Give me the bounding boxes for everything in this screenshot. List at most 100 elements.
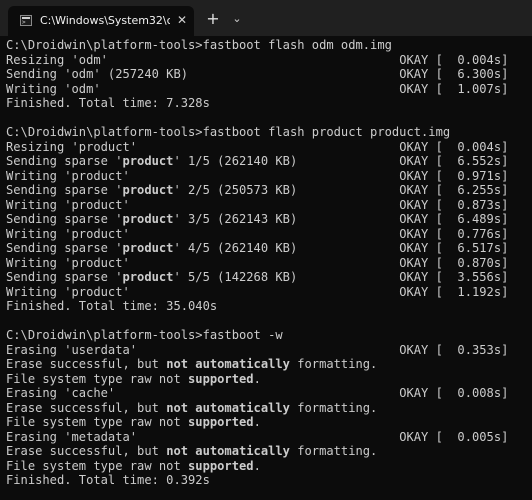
line-text: Sending sparse '	[6, 154, 123, 168]
status-text: OKAY [ 0.971s]	[399, 168, 509, 183]
bold-text: product	[122, 183, 174, 197]
bold-text: product	[122, 212, 174, 226]
padding	[137, 140, 399, 154]
status-text: OKAY [ 6.300s]	[399, 67, 509, 81]
terminal-line: Sending sparse 'product' 5/5 (142268 KB)…	[6, 270, 526, 285]
line-text: Erasing 'metadata'	[6, 429, 138, 444]
terminal-line: Finished. Total time: 35.040s	[6, 299, 526, 314]
bold-text: supported	[188, 415, 254, 429]
padding	[130, 256, 399, 270]
padding	[108, 53, 399, 67]
padding	[101, 82, 400, 96]
line-text: Sending 'odm' (257240 KB)	[6, 67, 189, 81]
status-text: OKAY [ 6.552s]	[399, 154, 509, 168]
status-text: OKAY [ 0.873s]	[399, 197, 509, 212]
bold-text: not automatically	[166, 357, 290, 371]
line-text: C:\Droidwin\platform-tools>fastboot flas…	[6, 38, 392, 52]
line-text: Writing 'product'	[6, 255, 130, 270]
bold-text: product	[122, 270, 174, 284]
bold-text: not automatically	[166, 400, 290, 415]
line-text: formatting.	[289, 444, 378, 458]
terminal-line: File system type raw not supported.	[6, 372, 526, 387]
terminal-line: File system type raw not supported.	[6, 459, 526, 474]
padding	[115, 386, 399, 400]
line-text: ' 5/5 (142268 KB)	[173, 270, 298, 284]
terminal-line: Sending sparse 'product' 2/5 (250573 KB)…	[6, 183, 526, 198]
line-text: Sending sparse '	[6, 270, 123, 284]
line-text: File system type raw not	[6, 371, 189, 386]
tab-cmd[interactable]: C:\Windows\System32\cmd.e ✕	[8, 6, 194, 36]
terminal-line: Finished. Total time: 7.328s	[6, 96, 526, 111]
padding	[137, 343, 399, 357]
terminal-line: Erasing 'userdata' OKAY [ 0.353s]	[6, 343, 526, 358]
status-text: OKAY [ 6.489s]	[399, 212, 509, 226]
tab-title: C:\Windows\System32\cmd.e	[40, 14, 170, 27]
line-text: Erasing 'cache'	[6, 386, 116, 400]
status-text: OKAY [ 1.192s]	[399, 284, 509, 299]
padding	[297, 183, 399, 197]
bold-text: not automatically	[166, 444, 290, 458]
line-text: C:\Droidwin\platform-tools>fastboot -w	[6, 328, 283, 342]
status-text: OKAY [ 0.776s]	[399, 226, 509, 241]
terminal-line: Erase successful, but not automatically …	[6, 401, 526, 416]
line-text: Finished. Total time: 35.040s	[6, 299, 218, 313]
terminal-line: File system type raw not supported.	[6, 415, 526, 430]
close-tab-button[interactable]: ✕	[174, 12, 190, 28]
terminal-line: C:\Droidwin\platform-tools>fastboot flas…	[6, 125, 526, 140]
status-text: OKAY [ 0.008s]	[399, 386, 509, 400]
bold-text: supported	[188, 371, 254, 386]
line-text: formatting.	[289, 400, 378, 415]
line-text: .	[253, 371, 261, 386]
terminal-line: Writing 'product' OKAY [ 1.192s]	[6, 285, 526, 300]
line-text: Writing 'product'	[6, 168, 130, 183]
padding	[188, 67, 399, 81]
terminal-line: C:\Droidwin\platform-tools>fastboot flas…	[6, 38, 526, 53]
line-text: Erase successful, but	[6, 400, 167, 415]
line-text: Resizing 'odm'	[6, 52, 108, 67]
line-text: formatting.	[289, 357, 378, 371]
terminal-line: Erasing 'cache' OKAY [ 0.008s]	[6, 386, 526, 401]
terminal-line: Erase successful, but not automatically …	[6, 357, 526, 372]
new-tab-button[interactable]: +	[204, 10, 222, 28]
status-text: OKAY [ 0.005s]	[399, 429, 509, 444]
padding	[297, 154, 399, 168]
status-text: OKAY [ 6.517s]	[399, 241, 509, 255]
padding	[130, 285, 399, 299]
status-text: OKAY [ 0.870s]	[399, 255, 509, 270]
status-text: OKAY [ 3.556s]	[399, 270, 509, 284]
terminal-output[interactable]: C:\Droidwin\platform-tools>fastboot flas…	[6, 38, 526, 500]
terminal-line: Writing 'product' OKAY [ 0.873s]	[6, 198, 526, 213]
line-text: Finished. Total time: 7.328s	[6, 96, 210, 110]
line-text: Resizing 'product'	[6, 139, 138, 154]
chevron-down-icon[interactable]: ⌄	[229, 10, 245, 28]
line-text: Writing 'odm'	[6, 81, 101, 96]
line-text: .	[253, 415, 261, 429]
padding	[297, 270, 399, 284]
padding	[297, 241, 399, 255]
terminal-window: C:\Windows\System32\cmd.e ✕ + ⌄ C:\Droid…	[0, 0, 532, 500]
terminal-line: Sending sparse 'product' 4/5 (262140 KB)…	[6, 241, 526, 256]
terminal-line: Sending 'odm' (257240 KB) OKAY [ 6.300s]	[6, 67, 526, 82]
cmd-icon	[20, 15, 32, 27]
terminal-line: Sending sparse 'product' 1/5 (262140 KB)…	[6, 154, 526, 169]
line-text: Writing 'product'	[6, 197, 130, 212]
line-text: ' 3/5 (262143 KB)	[173, 212, 298, 226]
status-text: OKAY [ 0.004s]	[399, 52, 509, 67]
padding	[297, 212, 399, 226]
terminal-line: Writing 'odm' OKAY [ 1.007s]	[6, 82, 526, 97]
padding	[130, 227, 399, 241]
status-text: OKAY [ 0.353s]	[399, 342, 509, 357]
terminal-line: Writing 'product' OKAY [ 0.870s]	[6, 256, 526, 271]
line-text: File system type raw not	[6, 415, 189, 429]
line-text: Sending sparse '	[6, 183, 123, 197]
padding	[130, 198, 399, 212]
line-text: Sending sparse '	[6, 212, 123, 226]
terminal-line: Finished. Total time: 0.392s	[6, 473, 526, 488]
line-text: C:\Droidwin\platform-tools>fastboot flas…	[6, 125, 451, 139]
line-text: .	[253, 458, 261, 473]
status-text: OKAY [ 6.255s]	[399, 183, 509, 197]
line-text: Writing 'product'	[6, 284, 130, 299]
terminal-line: Erasing 'metadata' OKAY [ 0.005s]	[6, 430, 526, 445]
